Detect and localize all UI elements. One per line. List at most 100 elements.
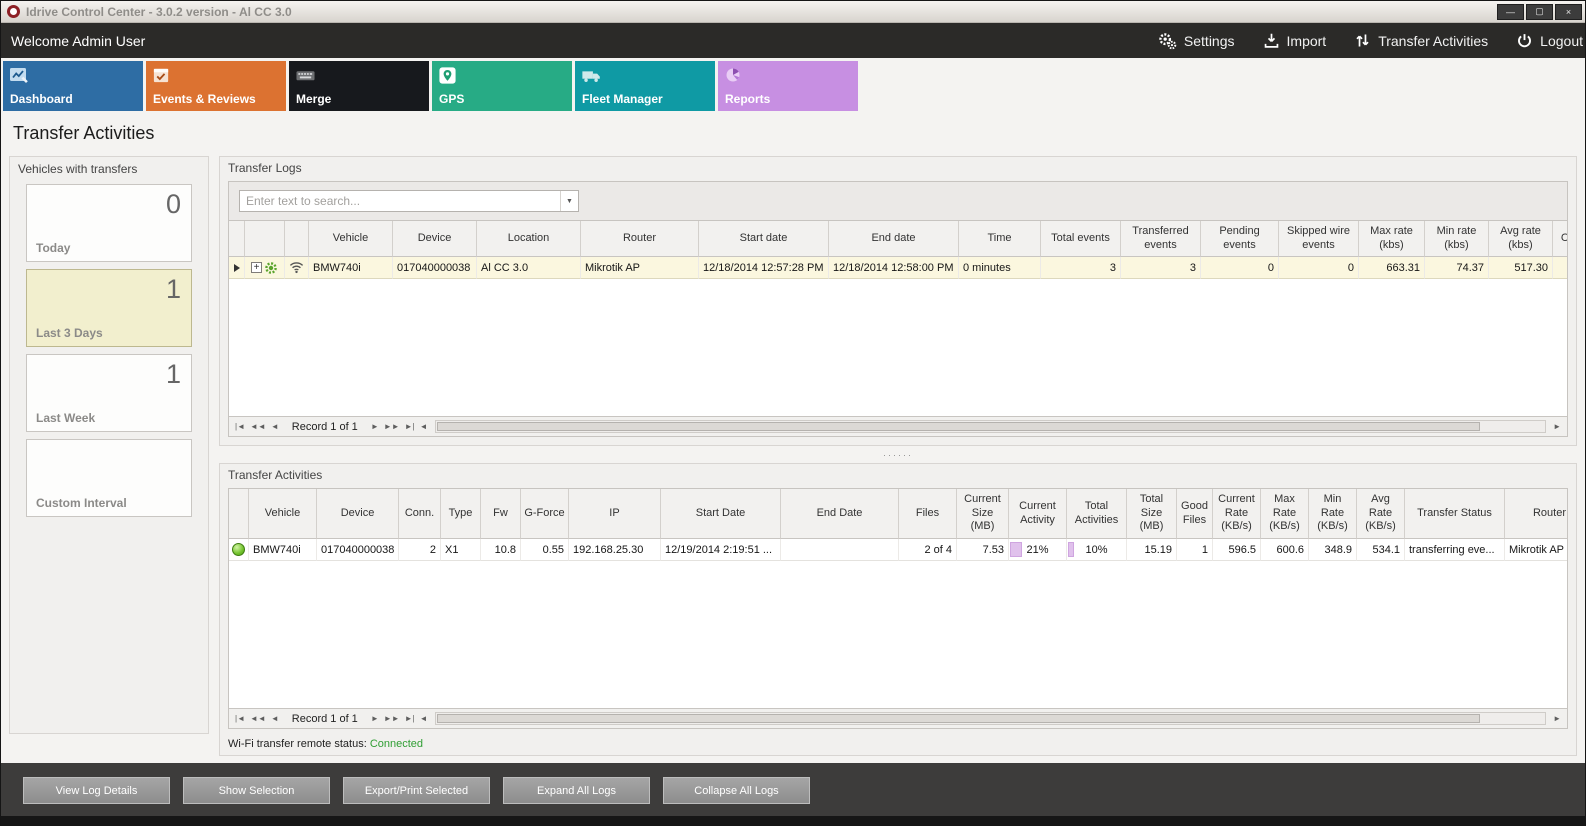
pager-first-button[interactable]: |◄ bbox=[235, 422, 245, 431]
row-lead-wifi[interactable] bbox=[285, 257, 309, 279]
top-action-logout[interactable]: Logout bbox=[1516, 32, 1583, 49]
column-header-fw[interactable]: Fw bbox=[481, 489, 521, 539]
pager-prev-button[interactable]: ◄ bbox=[271, 422, 279, 431]
search-dropdown-button[interactable]: ▼ bbox=[560, 191, 578, 211]
column-header-conn[interactable]: Conn. bbox=[399, 489, 441, 539]
column-header-total-events[interactable]: Total events bbox=[1041, 221, 1121, 257]
horizontal-scrollbar[interactable] bbox=[435, 712, 1547, 725]
collapse-all-logs-button[interactable]: Collapse All Logs bbox=[663, 777, 810, 804]
pager-prev-page-button[interactable]: ◄◄ bbox=[250, 422, 266, 431]
table-row[interactable]: BMW740i0170400000382X110.80.55192.168.25… bbox=[229, 539, 1567, 561]
hscroll-right-arrow-icon[interactable]: ► bbox=[1553, 422, 1561, 431]
nav-tile-events-reviews[interactable]: Events & Reviews bbox=[146, 61, 286, 111]
search-input[interactable] bbox=[240, 194, 560, 208]
interval-card-today[interactable]: 0Today bbox=[26, 184, 192, 262]
column-header-row-indicator[interactable] bbox=[229, 221, 245, 257]
top-action-import[interactable]: Import bbox=[1263, 32, 1327, 49]
column-header-ip[interactable]: IP bbox=[569, 489, 661, 539]
close-button[interactable]: × bbox=[1555, 4, 1582, 20]
hscroll-left-arrow-icon[interactable]: ◄ bbox=[420, 422, 428, 431]
column-header-row-icons[interactable] bbox=[245, 221, 285, 257]
column-header-total-size-mb[interactable]: Total Size (MB) bbox=[1127, 489, 1177, 539]
column-header-transfer-status[interactable]: Transfer Status bbox=[1405, 489, 1505, 539]
column-header-conn[interactable]: Conn. bbox=[1553, 221, 1567, 257]
column-header-pending-events[interactable]: Pending events bbox=[1201, 221, 1279, 257]
search-combo[interactable]: ▼ bbox=[239, 190, 579, 212]
column-header-current-activity[interactable]: Current Activity bbox=[1009, 489, 1067, 539]
pager-prev-button[interactable]: ◄ bbox=[271, 714, 279, 723]
interval-card-value: 1 bbox=[166, 359, 181, 390]
pager-next-button[interactable]: ► bbox=[371, 714, 379, 723]
table-row[interactable]: +BMW740i017040000038Al CC 3.0Mikrotik AP… bbox=[229, 257, 1567, 279]
pager-next-page-button[interactable]: ►► bbox=[384, 422, 400, 431]
interval-card-last-3-days[interactable]: 1Last 3 Days bbox=[26, 269, 192, 347]
column-header-min-rate-kbs[interactable]: Min rate (kbs) bbox=[1425, 221, 1489, 257]
hscroll-right-arrow-icon[interactable]: ► bbox=[1553, 714, 1561, 723]
column-header-transferred-events[interactable]: Transferred events bbox=[1121, 221, 1201, 257]
column-header-current-rate-kb-s[interactable]: Current Rate (KB/s) bbox=[1213, 489, 1261, 539]
import-download-icon bbox=[1263, 32, 1280, 49]
column-header-start-date[interactable]: Start Date bbox=[661, 489, 781, 539]
transfer-activities-panel: Transfer Activities VehicleDeviceConn.Ty… bbox=[219, 463, 1577, 756]
column-header-location[interactable]: Location bbox=[477, 221, 581, 257]
table-cell: BMW740i bbox=[309, 257, 393, 279]
column-header-device[interactable]: Device bbox=[393, 221, 477, 257]
nav-tile-label: Reports bbox=[725, 92, 770, 106]
minimize-button[interactable]: — bbox=[1497, 4, 1524, 20]
row-lead-status[interactable] bbox=[229, 539, 249, 561]
column-header-type[interactable]: Type bbox=[441, 489, 481, 539]
column-header-total-activities[interactable]: Total Activities bbox=[1067, 489, 1127, 539]
column-header-router[interactable]: Router bbox=[1505, 489, 1567, 539]
pager-next-page-button[interactable]: ►► bbox=[384, 714, 400, 723]
interval-card-last-week[interactable]: 1Last Week bbox=[26, 354, 192, 432]
pager-last-button[interactable]: ►| bbox=[405, 422, 415, 431]
column-header-vehicle[interactable]: Vehicle bbox=[249, 489, 317, 539]
export-print-selected-button[interactable]: Export/Print Selected bbox=[343, 777, 490, 804]
column-header-wifi[interactable] bbox=[285, 221, 309, 257]
column-header-current-size-mb[interactable]: Current Size (MB) bbox=[957, 489, 1009, 539]
panel-splitter[interactable]: ······ bbox=[219, 448, 1577, 461]
nav-tile-fleet-manager[interactable]: Fleet Manager bbox=[575, 61, 715, 111]
pager-last-button[interactable]: ►| bbox=[405, 714, 415, 723]
column-header-status[interactable] bbox=[229, 489, 249, 539]
column-header-files[interactable]: Files bbox=[899, 489, 957, 539]
app-logo-icon bbox=[7, 5, 20, 18]
top-action-transfer-activities[interactable]: Transfer Activities bbox=[1354, 32, 1488, 49]
column-header-min-rate-kb-s[interactable]: Min Rate (KB/s) bbox=[1309, 489, 1357, 539]
pager-prev-page-button[interactable]: ◄◄ bbox=[250, 714, 266, 723]
column-header-max-rate-kb-s[interactable]: Max Rate (KB/s) bbox=[1261, 489, 1309, 539]
scrollbar-thumb[interactable] bbox=[437, 422, 1480, 431]
column-header-avg-rate-kb-s[interactable]: Avg Rate (KB/s) bbox=[1357, 489, 1405, 539]
column-header-avg-rate-kbs[interactable]: Avg rate (kbs) bbox=[1489, 221, 1553, 257]
horizontal-scrollbar[interactable] bbox=[435, 420, 1547, 433]
column-header-max-rate-kbs[interactable]: Max rate (kbs) bbox=[1359, 221, 1425, 257]
nav-tile-merge[interactable]: Merge bbox=[289, 61, 429, 111]
nav-tile-reports[interactable]: Reports bbox=[718, 61, 858, 111]
column-header-skipped-wire-events[interactable]: Skipped wire events bbox=[1279, 221, 1359, 257]
column-header-g-force[interactable]: G-Force bbox=[521, 489, 569, 539]
nav-tile-gps[interactable]: GPS bbox=[432, 61, 572, 111]
column-header-end-date[interactable]: End date bbox=[829, 221, 959, 257]
column-header-router[interactable]: Router bbox=[581, 221, 699, 257]
view-log-details-button[interactable]: View Log Details bbox=[23, 777, 170, 804]
row-lead-row-indicator[interactable] bbox=[229, 257, 245, 279]
pager-first-button[interactable]: |◄ bbox=[235, 714, 245, 723]
nav-tile-dashboard[interactable]: Dashboard bbox=[3, 61, 143, 111]
column-header-good-files[interactable]: Good Files bbox=[1177, 489, 1213, 539]
column-header-time[interactable]: Time bbox=[959, 221, 1041, 257]
column-header-vehicle[interactable]: Vehicle bbox=[309, 221, 393, 257]
expand-all-logs-button[interactable]: Expand All Logs bbox=[503, 777, 650, 804]
column-header-end-date[interactable]: End Date bbox=[781, 489, 899, 539]
maximize-button[interactable]: ▢ bbox=[1526, 4, 1553, 20]
top-action-settings[interactable]: Settings bbox=[1157, 31, 1235, 51]
show-selection-button[interactable]: Show Selection bbox=[183, 777, 330, 804]
hscroll-left-arrow-icon[interactable]: ◄ bbox=[420, 714, 428, 723]
scrollbar-thumb[interactable] bbox=[437, 714, 1480, 723]
column-header-device[interactable]: Device bbox=[317, 489, 399, 539]
expand-plus-icon[interactable]: + bbox=[251, 262, 262, 273]
interval-card-custom-interval[interactable]: Custom Interval bbox=[26, 439, 192, 517]
column-header-start-date[interactable]: Start date bbox=[699, 221, 829, 257]
row-lead-row-icons[interactable]: + bbox=[245, 257, 285, 279]
titlebar[interactable]: Idrive Control Center - 3.0.2 version - … bbox=[1, 1, 1585, 23]
pager-next-button[interactable]: ► bbox=[371, 422, 379, 431]
